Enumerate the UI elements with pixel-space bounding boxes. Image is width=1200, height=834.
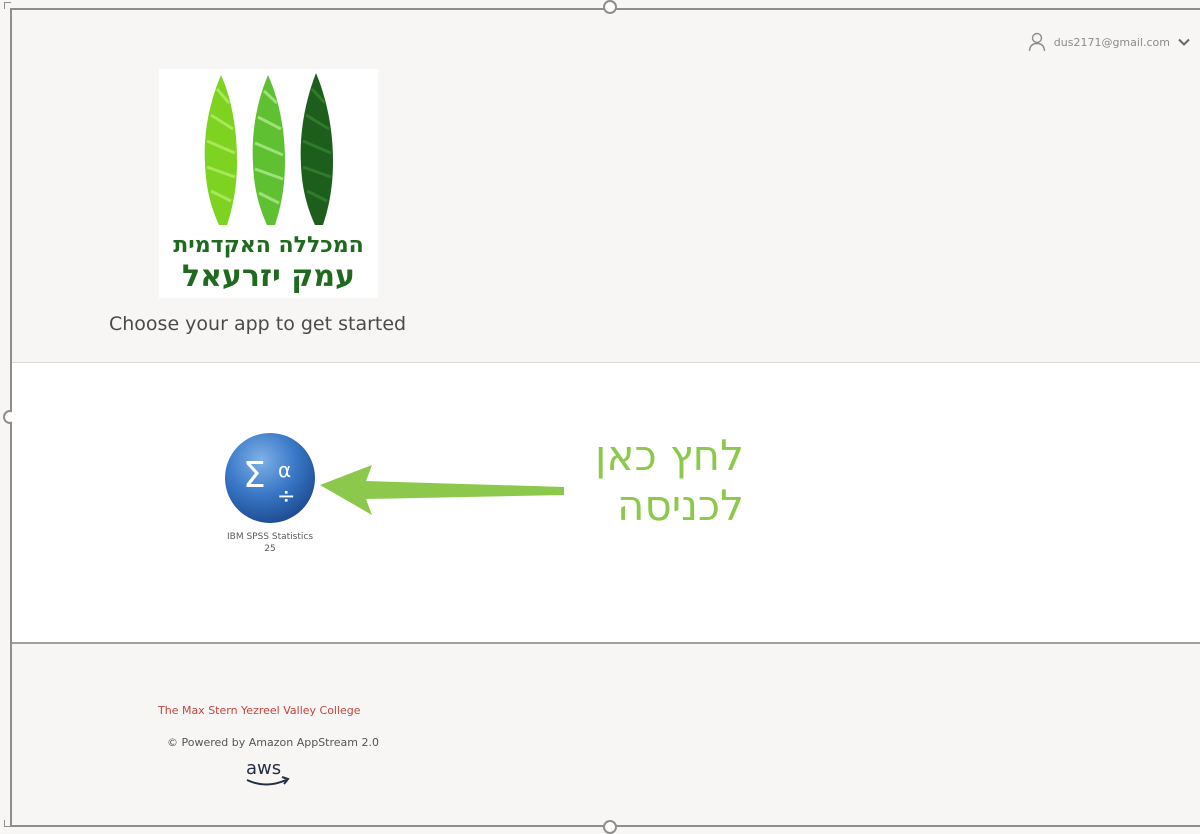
app-label-version: 25	[264, 544, 276, 554]
aws-logo-text: aws	[246, 758, 281, 779]
svg-text:α: α	[278, 458, 291, 482]
user-email: dus2171@gmail.com	[1053, 35, 1170, 49]
svg-text:Σ: Σ	[243, 455, 266, 496]
app-tile-spss[interactable]: Σ α ÷ IBM SPSS Statistics 25	[210, 431, 330, 555]
cypress-trees-logo-icon	[204, 73, 333, 225]
user-menu[interactable]: dus2171@gmail.com	[1028, 32, 1190, 52]
instruction-annotation: לחץ כאן לכניסה	[544, 431, 744, 531]
logo-text-line1: המכללה האקדמית	[173, 233, 364, 258]
pointer-arrow-icon	[320, 465, 564, 515]
svg-text:÷: ÷	[277, 484, 295, 509]
footer-powered-by: © Powered by Amazon AppStream 2.0	[167, 736, 379, 749]
chevron-down-icon[interactable]	[1178, 38, 1190, 46]
aws-logo-icon: aws	[246, 758, 290, 786]
logo-text-line2: עמק יזרעאל	[181, 259, 356, 294]
selection-corner-mark	[4, 820, 11, 827]
app-label: IBM SPSS Statistics	[226, 532, 314, 542]
footer: The Max Stern Yezreel Valley College © P…	[12, 643, 1200, 827]
user-icon	[1028, 32, 1045, 52]
annotation-line2: לכניסה	[617, 481, 744, 530]
annotation-line1: לחץ כאן	[594, 431, 744, 480]
spss-sigma-alpha-icon[interactable]: Σ α ÷	[223, 431, 317, 525]
page-tagline: Choose your app to get started	[109, 313, 407, 335]
footer-college-link[interactable]: The Max Stern Yezreel Valley College	[158, 704, 361, 717]
selection-corner-mark	[4, 2, 11, 9]
app-catalog: Σ α ÷ IBM SPSS Statistics 25 לחץ כאן לכנ…	[12, 362, 1200, 644]
college-logo: המכללה האקדמית עמק יזרעאל	[159, 69, 378, 298]
